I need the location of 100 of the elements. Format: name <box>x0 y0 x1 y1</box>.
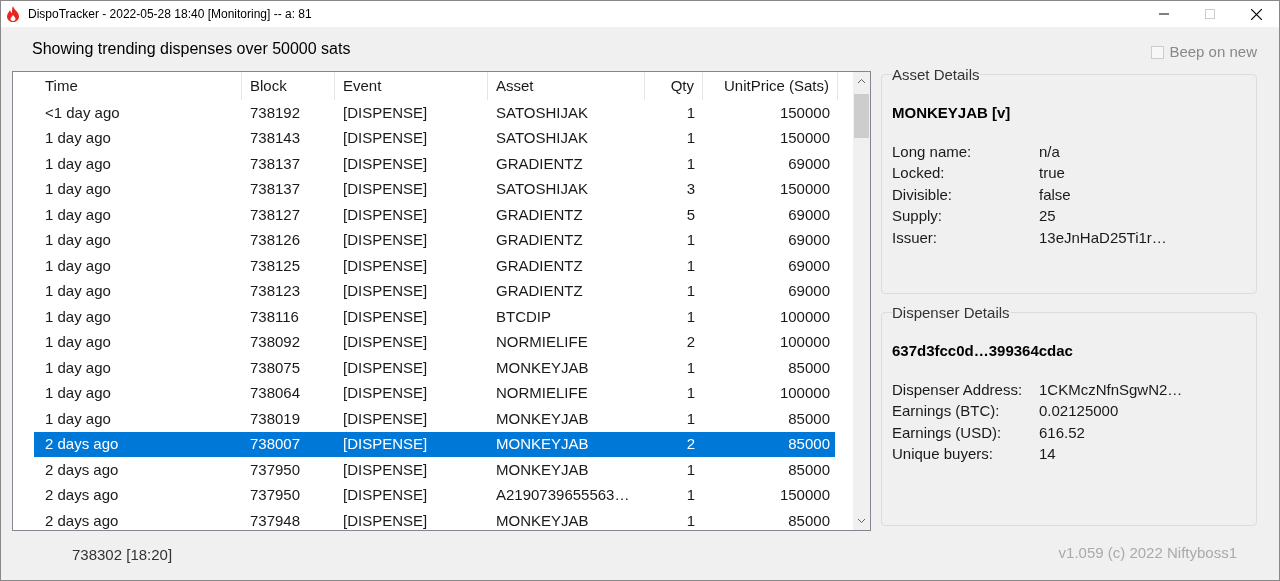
table-cell-text: MONKEYJAB <box>495 408 590 429</box>
column-header[interactable]: Asset <box>488 72 645 100</box>
table-row[interactable]: 1 day ago 738137 [DISPENSE] GRADIENTZ 1 69000 <box>34 151 835 177</box>
table-cell-text: 1 <box>685 255 696 276</box>
column-header[interactable]: Qty <box>645 72 703 100</box>
column-header[interactable]: Block <box>242 72 335 100</box>
table-cell-text: 1 day ago <box>44 306 112 327</box>
table-cell-text: 1 day ago <box>44 204 112 225</box>
table-cell-text: A2190739655563… <box>495 485 631 505</box>
table-cell-text: 1 <box>685 128 696 148</box>
table-row[interactable]: 1 day ago 738123 [DISPENSE] GRADIENTZ 1 69000 <box>34 278 835 304</box>
table-cell-text: 737948 <box>249 510 302 530</box>
table-row[interactable]: 1 day ago 738125 [DISPENSE] GRADIENTZ 1 69000 <box>34 253 835 279</box>
table-cell-text: 1 day ago <box>44 255 112 276</box>
table-row[interactable]: 1 day ago 738137 [DISPENSE] SATOSHIJAK 3 150000 <box>34 176 835 202</box>
group-title: Asset Details <box>892 64 980 85</box>
column-header[interactable]: Time <box>37 72 242 100</box>
table-cell-text: 737950 <box>249 485 302 505</box>
table-cell-text: <1 day ago <box>44 102 121 123</box>
table-row[interactable]: 2 days ago 737950 [DISPENSE] MONKEYJAB 1 85000 <box>34 457 835 483</box>
table-cell-text: 738137 <box>249 153 302 174</box>
table-cell-text: [DISPENSE] <box>342 383 429 403</box>
table-row[interactable]: 1 day ago 738019 [DISPENSE] MONKEYJAB 1 85000 <box>34 406 835 432</box>
block-status-text: 738302 [18:20] <box>72 544 173 565</box>
field-label: Dispenser Address: <box>892 379 1024 400</box>
table-cell-text: 738092 <box>249 332 302 352</box>
field-label: Issuer: <box>892 227 938 248</box>
table-cell-text: 69000 <box>787 281 831 301</box>
field-value: 13eJnHaD25Ti1r… <box>1039 227 1167 248</box>
scroll-down-icon[interactable] <box>857 518 866 524</box>
table-row[interactable]: 1 day ago 738126 [DISPENSE] GRADIENTZ 1 69000 <box>34 227 835 253</box>
window-title: DispoTracker - 2022-05-28 18:40 [Monitoring] -- a: 81 <box>28 6 312 23</box>
table-cell-text: 738137 <box>249 179 302 199</box>
table-cell-text: 2 days ago <box>44 485 120 505</box>
table-cell-text: 69000 <box>787 204 831 225</box>
details-heading: MONKEYJAB [v] <box>892 103 1012 123</box>
table-cell-text: 1 day ago <box>44 383 112 403</box>
table-cell-text: [DISPENSE] <box>342 204 429 225</box>
table-cell-text: SATOSHIJAK <box>495 102 589 123</box>
table-row[interactable]: 1 day ago 738075 [DISPENSE] MONKEYJAB 1 85000 <box>34 355 835 381</box>
table-cell-text: GRADIENTZ <box>495 281 584 301</box>
table-cell-text: 150000 <box>778 179 831 199</box>
table-cell-text: 100000 <box>778 332 831 352</box>
table-cell-text: 69000 <box>787 230 831 250</box>
table-cell-text: [DISPENSE] <box>342 459 429 480</box>
table-cell-text: 1 <box>685 408 696 429</box>
table-cell-text: 2 days ago <box>44 434 120 454</box>
table-cell-text: 2 days ago <box>44 510 120 530</box>
field-label: Unique buyers: <box>892 444 994 464</box>
table-row[interactable]: <1 day ago 738192 [DISPENSE] SATOSHIJAK 1 150000 <box>34 100 835 126</box>
close-icon <box>1250 8 1262 20</box>
flame-icon <box>6 6 20 22</box>
table-cell-text: 2 <box>685 332 696 352</box>
field-value: n/a <box>1039 141 1060 162</box>
table-cell-text: [DISPENSE] <box>342 434 429 454</box>
table-cell-text: 85000 <box>787 510 831 530</box>
table-row[interactable]: 1 day ago 738064 [DISPENSE] NORMIELIFE 1 100000 <box>34 380 835 406</box>
table-cell-text: NORMIELIFE <box>495 383 589 403</box>
table-cell-text: GRADIENTZ <box>495 255 584 276</box>
table-cell-text: 2 <box>685 434 696 454</box>
table-row[interactable]: 1 day ago 738116 [DISPENSE] BTCDIP 1 100000 <box>34 304 835 330</box>
field-value: 616.52 <box>1039 422 1085 443</box>
version-text: v1.059 (c) 2022 Niftyboss1 <box>1058 542 1237 563</box>
table-cell-text: 738075 <box>249 357 302 378</box>
table-row[interactable]: 2 days ago 738007 [DISPENSE] MONKEYJAB 2 85000 <box>34 431 835 457</box>
column-header[interactable]: UnitPrice (Sats) <box>703 72 838 100</box>
table-cell-text: 738143 <box>249 128 302 148</box>
table-cell-text: 1 <box>685 510 696 530</box>
table-cell-text: MONKEYJAB <box>495 459 590 480</box>
table-row[interactable]: 1 day ago 738092 [DISPENSE] NORMIELIFE 2 100000 <box>34 329 835 355</box>
table-cell-text: 738064 <box>249 383 302 403</box>
table-cell-text: 85000 <box>787 357 831 378</box>
table-cell-text: [DISPENSE] <box>342 128 429 148</box>
scrollbar[interactable] <box>853 72 870 530</box>
field-value: 14 <box>1039 444 1056 464</box>
table-cell-text: GRADIENTZ <box>495 230 584 250</box>
field-value: true <box>1039 163 1065 183</box>
table-row[interactable]: 1 day ago 738127 [DISPENSE] GRADIENTZ 5 69000 <box>34 202 835 228</box>
scroll-up-icon[interactable] <box>857 78 866 84</box>
table-cell-text: [DISPENSE] <box>342 408 429 429</box>
table-cell-text: 1 <box>685 281 696 301</box>
details-heading: 637d3fcc0d…399364cdac <box>892 341 1074 361</box>
field-value: false <box>1039 184 1071 205</box>
table-cell-text: 1 day ago <box>44 281 112 301</box>
table-row[interactable]: 2 days ago 737950 [DISPENSE] A2190739655563… 1 150000 <box>34 482 835 508</box>
scrollbar-thumb[interactable] <box>854 94 869 138</box>
table-cell-text: MONKEYJAB <box>495 357 590 378</box>
table-row[interactable]: 2 days ago 737948 [DISPENSE] MONKEYJAB 1 85000 <box>34 508 835 530</box>
field-label: Supply: <box>892 206 944 226</box>
table-row[interactable]: 1 day ago 738143 [DISPENSE] SATOSHIJAK 1 150000 <box>34 125 835 151</box>
table-cell-text: [DISPENSE] <box>342 102 429 123</box>
table-cell-text: 738123 <box>249 281 302 301</box>
table-cell-text: MONKEYJAB <box>495 510 590 530</box>
field-value: 0.02125000 <box>1039 401 1119 421</box>
table-cell-text: 85000 <box>787 459 831 480</box>
group-title: Dispenser Details <box>892 302 1010 323</box>
table-cell-text: 1 day ago <box>44 179 112 199</box>
column-header[interactable]: Event <box>335 72 488 100</box>
field-label: Earnings (BTC): <box>892 401 1001 421</box>
table-cell-text: [DISPENSE] <box>342 179 429 199</box>
